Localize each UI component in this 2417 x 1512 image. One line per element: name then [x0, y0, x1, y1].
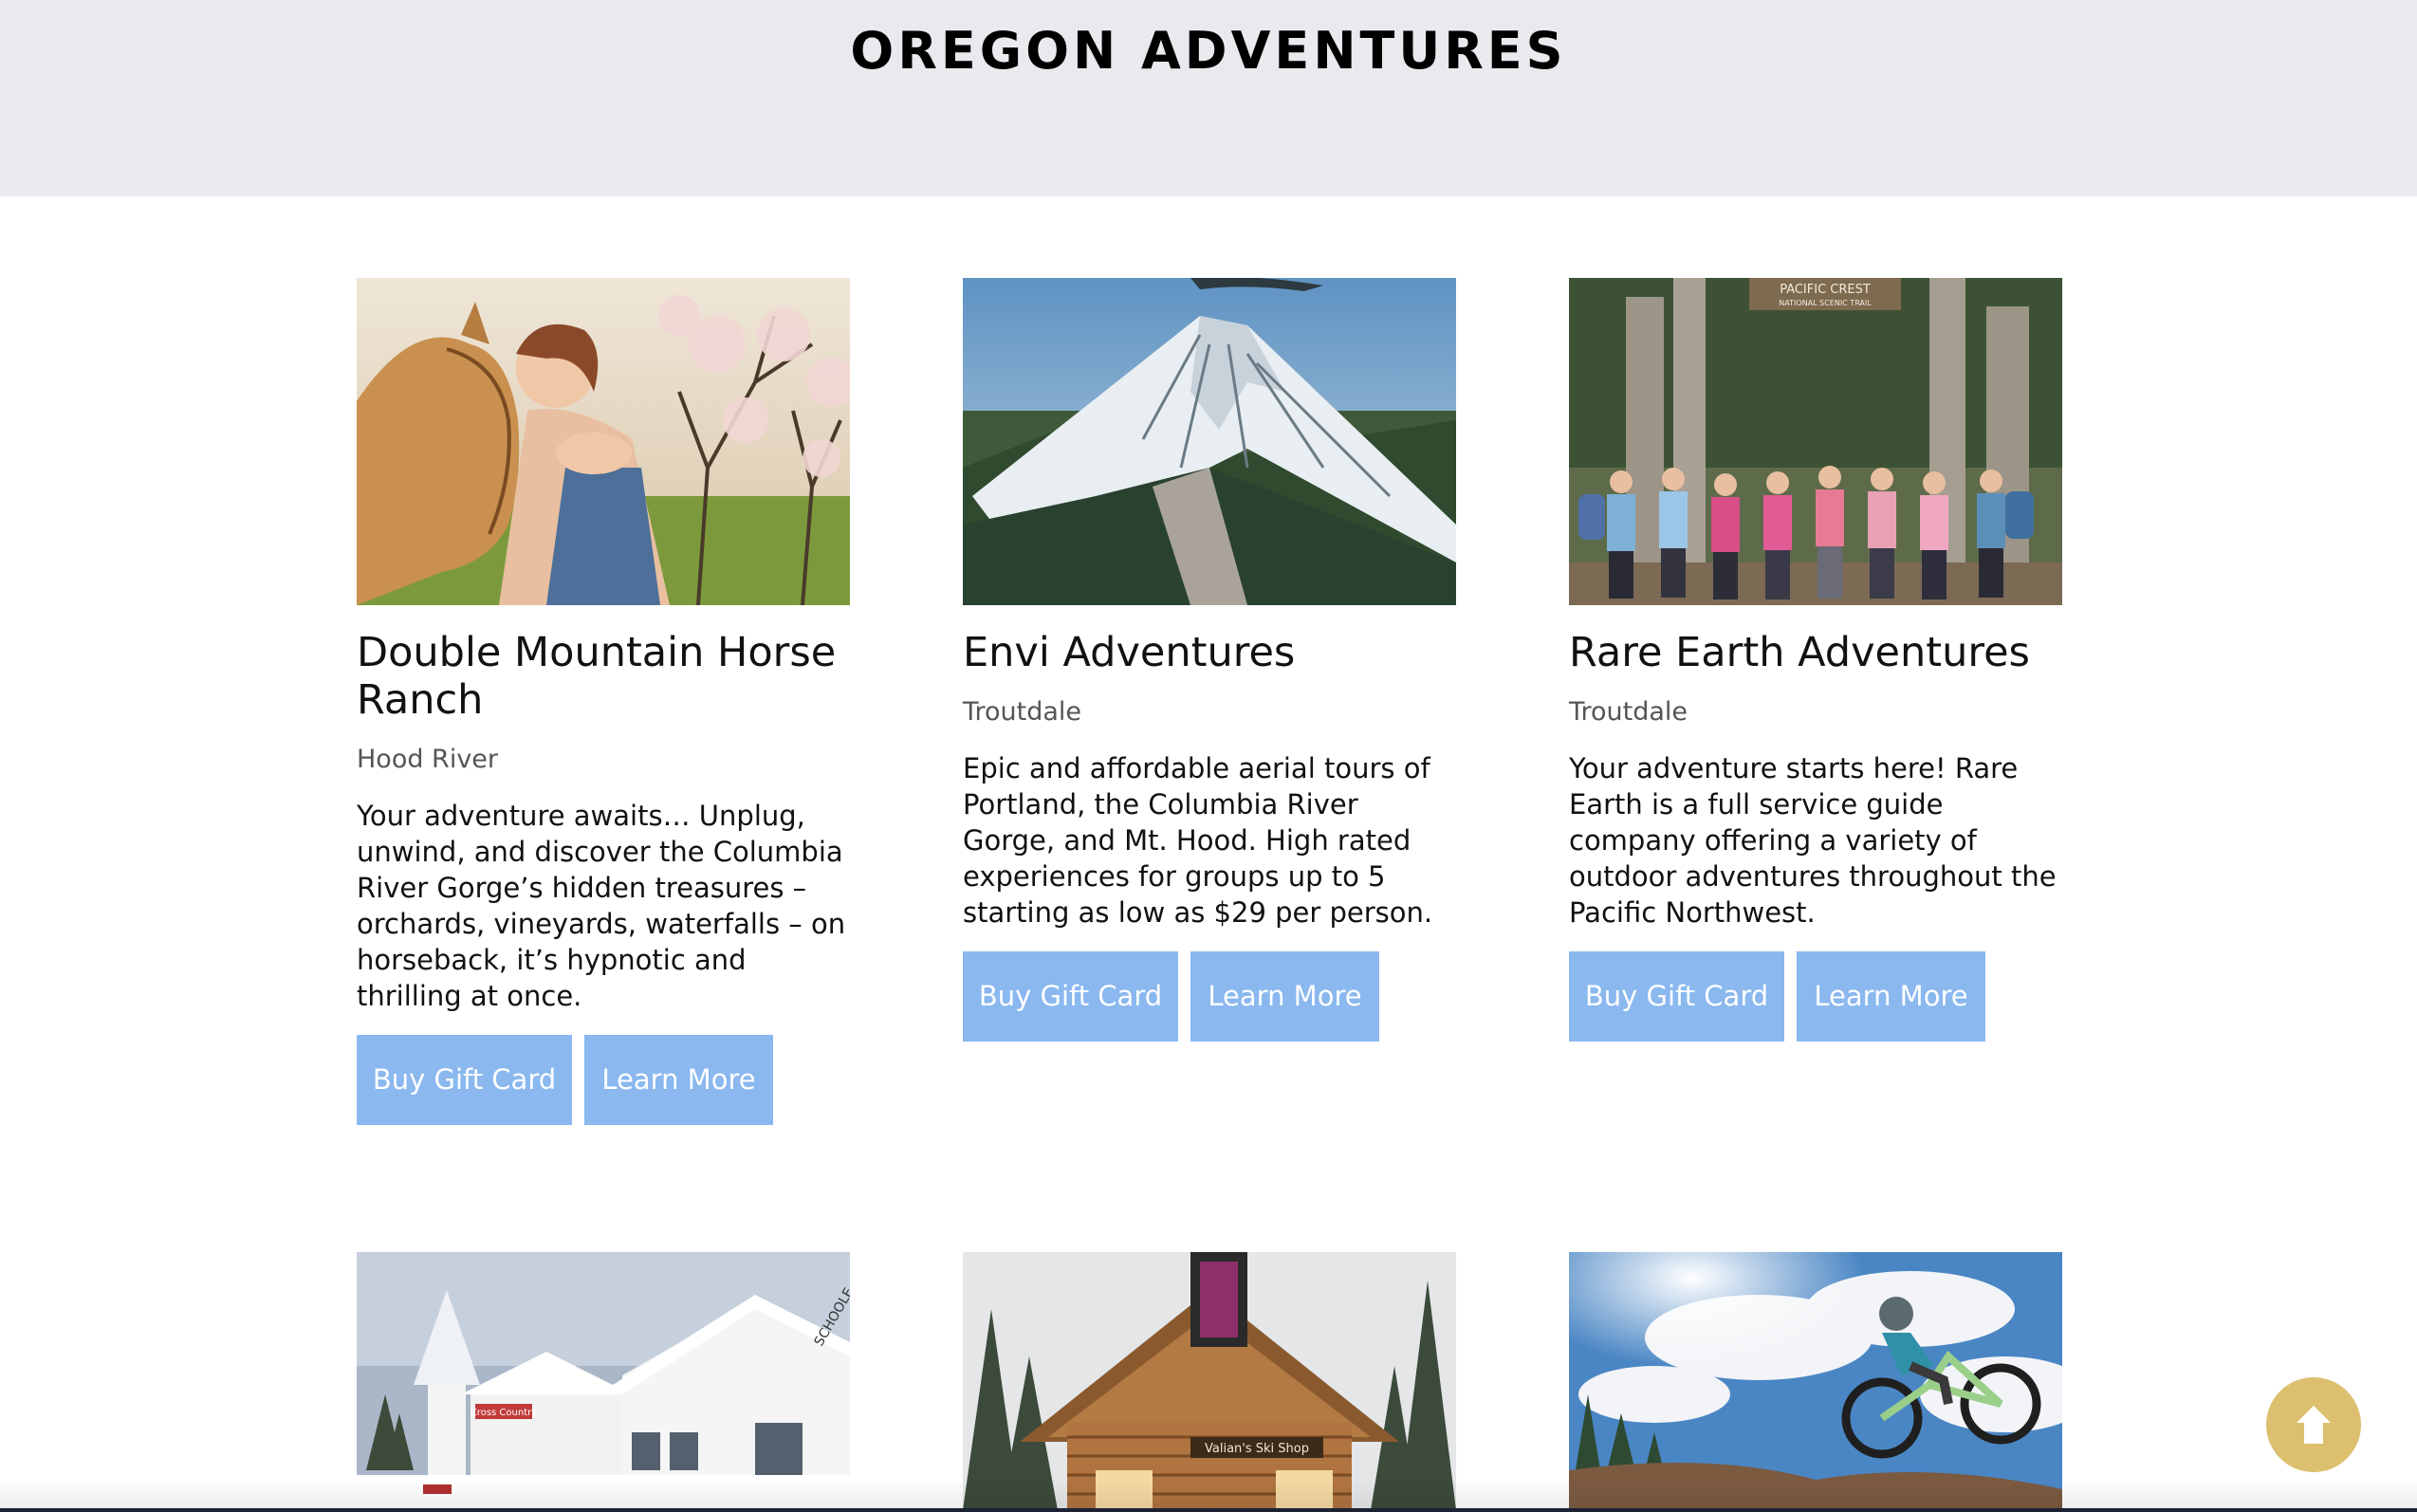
ski-lodge-photo: Valian's Ski Shop [963, 1252, 1456, 1510]
card-image-mountain-biking[interactable] [1569, 1252, 2062, 1510]
snowy-town-photo: Cross Country SCHOOLE [357, 1252, 850, 1510]
buy-gift-card-button[interactable]: Buy Gift Card [963, 951, 1178, 1042]
learn-more-button[interactable]: Learn More [584, 1035, 773, 1125]
card-description: Epic and affordable aerial tours of Port… [963, 752, 1433, 929]
card-image-snowy-town[interactable]: Cross Country SCHOOLE [357, 1252, 850, 1510]
buy-gift-card-button[interactable]: Buy Gift Card [1569, 951, 1784, 1042]
arrow-up-icon [2297, 1406, 2331, 1444]
ski-shop-sign: Valian's Ski Shop [1205, 1442, 1309, 1456]
adventure-card: PACIFIC CREST NATIONAL SCENIC TRAIL Rare… [1569, 278, 2062, 1056]
page-title: OREGON ADVENTURES [850, 21, 1567, 81]
pacific-crest-sign: PACIFIC CREST [1780, 283, 1871, 297]
card-description: Your adventure awaits… Unplug, unwind, a… [357, 800, 846, 1012]
bottom-edge [0, 1508, 2417, 1512]
pacific-crest-subsign: NATIONAL SCENIC TRAIL [1779, 299, 1872, 307]
cross-country-sign: Cross Country [470, 1408, 537, 1418]
card-location: Troutdale [963, 697, 1082, 727]
hikers-trail-photo: PACIFIC CREST NATIONAL SCENIC TRAIL [1569, 278, 2062, 605]
card-buttons: Buy Gift Card Learn More [357, 1035, 773, 1125]
card-title[interactable]: Envi Adventures [963, 629, 1456, 676]
bottom-shadow [0, 1480, 2417, 1512]
learn-more-button[interactable]: Learn More [1190, 951, 1379, 1042]
card-image-envi-adventures[interactable] [963, 278, 1456, 605]
card-image-horse-ranch[interactable] [357, 278, 850, 605]
buy-gift-card-button[interactable]: Buy Gift Card [357, 1035, 572, 1125]
card-title[interactable]: Rare Earth Adventures [1569, 629, 2062, 676]
scroll-to-top-button[interactable] [2266, 1377, 2361, 1472]
card-description: Your adventure starts here! Rare Earth i… [1569, 752, 2057, 929]
mountain-aerial-photo [963, 278, 1456, 605]
card-buttons: Buy Gift Card Learn More [963, 951, 1379, 1042]
card-buttons: Buy Gift Card Learn More [1569, 951, 1985, 1042]
learn-more-button[interactable]: Learn More [1797, 951, 1985, 1042]
card-image-rare-earth[interactable]: PACIFIC CREST NATIONAL SCENIC TRAIL [1569, 278, 2062, 605]
adventure-card: Double Mountain Horse Ranch Hood River Y… [357, 278, 850, 1132]
mountain-bike-photo [1569, 1252, 2062, 1510]
page-header: OREGON ADVENTURES [0, 0, 2417, 196]
adventure-card: Envi Adventures Troutdale Epic and affor… [963, 278, 1456, 1056]
card-image-ski-lodge[interactable]: Valian's Ski Shop [963, 1252, 1456, 1510]
horse-ranch-photo [357, 278, 850, 605]
card-location: Hood River [357, 745, 499, 774]
card-location: Troutdale [1569, 697, 1688, 727]
card-title[interactable]: Double Mountain Horse Ranch [357, 629, 850, 724]
